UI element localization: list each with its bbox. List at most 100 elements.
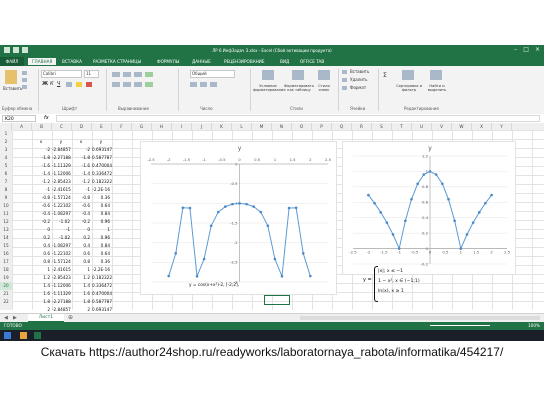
row-header-4[interactable]: 4 [0, 154, 12, 162]
table-cell[interactable]: 1.2 [72, 274, 90, 282]
table-cell[interactable]: 0.96 [92, 234, 110, 242]
align-center-icon[interactable] [123, 82, 131, 87]
column-header-n[interactable]: N [272, 123, 292, 130]
underline-button[interactable]: Ч [57, 81, 60, 87]
excel-taskbar-icon[interactable] [34, 332, 41, 339]
row-header-11[interactable]: 11 [0, 210, 12, 218]
wrap-text-icon[interactable] [145, 72, 153, 77]
column-header-b[interactable]: B [32, 123, 52, 130]
align-left-icon[interactable] [112, 82, 120, 87]
cell-styles-button[interactable]: Стили ячеек [315, 84, 333, 92]
column-header-l[interactable]: L [232, 123, 252, 130]
horizontal-scrollbar[interactable] [300, 316, 540, 320]
table-cell[interactable]: 1.8 [32, 298, 50, 306]
table-cell[interactable]: -2 [32, 146, 50, 154]
conditional-format-button[interactable]: Условное форматирование [253, 84, 286, 92]
table-cell[interactable]: -1.4 [72, 170, 90, 178]
column-header-r[interactable]: R [352, 123, 372, 130]
column-header-w[interactable]: W [452, 123, 472, 130]
table-cell[interactable]: 1.2 [32, 274, 50, 282]
row-header-12[interactable]: 12 [0, 218, 12, 226]
row-header-17[interactable]: 17 [0, 258, 12, 266]
table-cell[interactable]: 0.96 [92, 218, 110, 226]
row-header-19[interactable]: 19 [0, 274, 12, 282]
table-cell[interactable]: 1.6 [72, 290, 90, 298]
table-cell[interactable]: -2.2E-16 [92, 266, 110, 274]
column-header-d[interactable]: D [72, 123, 92, 130]
table-cell[interactable]: -1.22102 [52, 202, 71, 210]
table-cell[interactable]: -1.11329 [52, 290, 71, 298]
table-cell[interactable]: 0.8 [32, 258, 50, 266]
select-all-corner[interactable] [0, 123, 12, 130]
table-cell[interactable]: -0.4 [72, 210, 90, 218]
row-header-10[interactable]: 10 [0, 202, 12, 210]
column-header-e[interactable]: E [92, 123, 112, 130]
column-header-k[interactable]: K [212, 123, 232, 130]
table-cell[interactable]: -1.6 [72, 162, 90, 170]
table-cell[interactable]: 1.4 [32, 282, 50, 290]
table-cell[interactable]: 0.4 [72, 242, 90, 250]
delete-cells-button[interactable]: Удалить [350, 77, 368, 82]
borders-icon[interactable] [66, 82, 72, 87]
chart-2[interactable]: y1.210.80.60.40.20-0.2-2.5-2-1.5-1-0.500… [342, 141, 516, 275]
formula-input[interactable] [56, 115, 540, 122]
row-header-9[interactable]: 9 [0, 194, 12, 202]
table-cell[interactable]: 0.4 [32, 242, 50, 250]
table-cell[interactable]: -1.12006 [52, 282, 71, 290]
table-cell[interactable]: -0.8 [72, 194, 90, 202]
row-header-7[interactable]: 7 [0, 178, 12, 186]
tab-formulas[interactable]: ФОРМУЛЫ [157, 59, 179, 64]
column-header-h[interactable]: H [152, 123, 172, 130]
autosum-icon[interactable]: Σ [383, 72, 387, 79]
table-header-cell[interactable]: x [32, 138, 50, 146]
insert-cells-button[interactable]: Вставить [350, 69, 369, 74]
tab-file[interactable]: ФАЙЛ [0, 57, 24, 66]
table-cell[interactable]: 0.36 [92, 194, 110, 202]
table-cell[interactable]: -1.8 [32, 154, 50, 162]
table-cell[interactable]: -0.2 [32, 218, 50, 226]
table-cell[interactable]: -1.08297 [52, 210, 71, 218]
table-cell[interactable]: -1 [72, 186, 90, 194]
table-cell[interactable]: -0.6 [32, 202, 50, 210]
table-cell[interactable]: -2.2E-16 [92, 186, 110, 194]
comma-icon[interactable] [210, 82, 217, 87]
add-sheet-icon[interactable]: ⊕ [68, 314, 73, 321]
row-header-2[interactable]: 2 [0, 138, 12, 146]
zoom-level[interactable]: 100% [528, 323, 540, 328]
cut-icon[interactable] [22, 71, 27, 75]
explorer-icon[interactable] [20, 332, 27, 339]
table-cell[interactable]: 0.84 [92, 210, 110, 218]
column-header-g[interactable]: G [132, 123, 152, 130]
table-cell[interactable]: 1 [72, 266, 90, 274]
row-header-13[interactable]: 13 [0, 226, 12, 234]
insert-cells-icon[interactable] [342, 70, 347, 74]
table-cell[interactable]: 0.2 [32, 234, 50, 242]
row-header-1[interactable]: 1 [0, 130, 12, 138]
table-cell[interactable]: 0.336472 [92, 170, 112, 178]
column-header-s[interactable]: S [372, 123, 392, 130]
table-cell[interactable]: -1.11329 [52, 162, 71, 170]
column-header-i[interactable]: I [172, 123, 192, 130]
align-bottom-icon[interactable] [134, 72, 142, 77]
download-link-text[interactable]: Скачать https://author24shop.ru/readywor… [0, 345, 544, 359]
row-header-21[interactable]: 21 [0, 290, 12, 298]
table-cell[interactable]: 0.6 [32, 250, 50, 258]
next-sheet-icon[interactable]: ▶ [13, 315, 17, 321]
font-color-icon[interactable] [86, 82, 92, 87]
table-cell[interactable]: -1.2 [32, 178, 50, 186]
cell-styles-icon[interactable] [318, 70, 330, 80]
table-cell[interactable]: 1 [92, 226, 110, 234]
table-cell[interactable]: 0.84 [92, 242, 110, 250]
table-cell[interactable]: -1.6 [32, 162, 50, 170]
row-header-8[interactable]: 8 [0, 186, 12, 194]
table-cell[interactable]: -2.27188 [52, 298, 71, 306]
format-as-table-icon[interactable] [292, 70, 304, 80]
paste-button[interactable]: Вставить [3, 86, 22, 91]
table-cell[interactable]: 0.182322 [92, 178, 112, 186]
table-cell[interactable]: -0.6 [72, 202, 90, 210]
column-header-c[interactable]: C [52, 123, 72, 130]
find-select-button[interactable]: Найти и выделить [424, 84, 450, 92]
delete-cells-icon[interactable] [342, 78, 347, 82]
zoom-slider[interactable] [430, 325, 490, 326]
table-cell[interactable]: -1.57124 [52, 258, 71, 266]
